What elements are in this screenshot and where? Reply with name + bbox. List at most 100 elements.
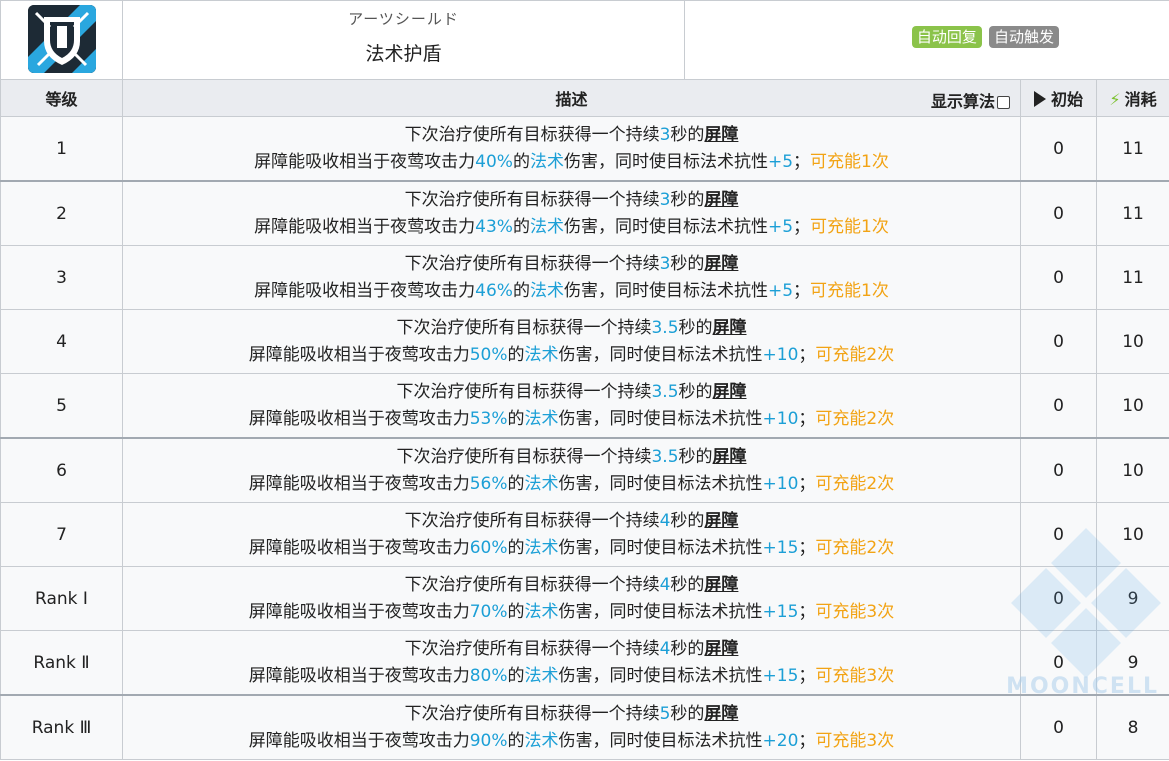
res-bonus-value: +15 bbox=[762, 537, 799, 558]
desc-text: 秒的 bbox=[670, 124, 705, 145]
lightning-icon: ⚡ bbox=[1109, 90, 1121, 109]
desc-text: 下次治疗使所有目标获得一个持续 bbox=[404, 703, 660, 724]
barrier-keyword-link[interactable]: 屏障 bbox=[704, 254, 738, 274]
duration-value: 5 bbox=[659, 703, 671, 724]
initial-sp-header: 初始 bbox=[1020, 79, 1097, 117]
atk-percent-value: 56% bbox=[469, 473, 508, 494]
arts-keyword: 法术 bbox=[524, 730, 559, 751]
res-bonus-value: +15 bbox=[762, 665, 799, 686]
description-line-2: 屏障能吸收相当于夜莺攻击力90%的法术伤害，同时使目标法术抗性+20；可充能3次 bbox=[123, 728, 1020, 755]
desc-text: 下次治疗使所有目标获得一个持续 bbox=[404, 510, 660, 531]
desc-text: 下次治疗使所有目标获得一个持续 bbox=[404, 253, 660, 274]
barrier-keyword-link[interactable]: 屏障 bbox=[704, 190, 738, 210]
table-row: 6 下次治疗使所有目标获得一个持续3.5秒的屏障 屏障能吸收相当于夜莺攻击力56%的… bbox=[0, 437, 1169, 503]
sp-cost-cell: 10 bbox=[1095, 373, 1169, 439]
desc-text: 下次治疗使所有目标获得一个持续 bbox=[396, 317, 652, 338]
desc-text: 的 bbox=[512, 280, 530, 301]
description-line-1: 下次治疗使所有目标获得一个持续3秒的屏障 bbox=[123, 251, 1020, 278]
res-bonus-value: +5 bbox=[767, 216, 794, 237]
duration-value: 3 bbox=[659, 124, 671, 145]
recovery-type-tag: 自动回复 bbox=[911, 26, 982, 48]
show-formula-checkbox[interactable] bbox=[997, 96, 1010, 109]
charge-text: 可充能2次 bbox=[815, 473, 895, 494]
sp-cost-label: 消耗 bbox=[1124, 90, 1157, 109]
table-row: 3 下次治疗使所有目标获得一个持续3秒的屏障 屏障能吸收相当于夜莺攻击力46%的法术… bbox=[0, 245, 1169, 310]
table-row: Rank Ⅱ 下次治疗使所有目标获得一个持续4秒的屏障 屏障能吸收相当于夜莺攻击力8… bbox=[0, 630, 1169, 696]
charge-text: 可充能2次 bbox=[815, 344, 895, 365]
level-cell: 1 bbox=[0, 116, 123, 182]
barrier-keyword-link[interactable]: 屏障 bbox=[713, 382, 747, 402]
desc-text: 的 bbox=[512, 151, 530, 172]
description-line-2: 屏障能吸收相当于夜莺攻击力43%的法术伤害，同时使目标法术抗性+5；可充能1次 bbox=[123, 214, 1020, 241]
level-header: 等级 bbox=[0, 79, 123, 117]
res-bonus-value: +5 bbox=[767, 151, 794, 172]
skill-name-cn: 法术护盾 bbox=[365, 43, 442, 65]
atk-percent-value: 50% bbox=[469, 344, 508, 365]
atk-percent-value: 53% bbox=[469, 408, 508, 429]
sp-cost-cell: 9 bbox=[1095, 566, 1169, 631]
description-cell: 下次治疗使所有目标获得一个持续4秒的屏障 屏障能吸收相当于夜莺攻击力80%的法术伤… bbox=[122, 630, 1021, 696]
level-cell: 4 bbox=[0, 309, 123, 374]
description-line-1: 下次治疗使所有目标获得一个持续4秒的屏障 bbox=[123, 636, 1020, 663]
charge-text: 可充能1次 bbox=[810, 151, 889, 172]
description-line-1: 下次治疗使所有目标获得一个持续3.5秒的屏障 bbox=[123, 315, 1020, 342]
desc-text: 秒的 bbox=[670, 253, 705, 274]
description-cell: 下次治疗使所有目标获得一个持续5秒的屏障 屏障能吸收相当于夜莺攻击力90%的法术伤… bbox=[122, 694, 1021, 760]
skill-table: アーツシールド 法术护盾 自动回复 自动触发 等级 描述 显示算法 初始 ⚡ 消耗… bbox=[0, 0, 1169, 760]
arts-keyword: 法术 bbox=[529, 216, 564, 237]
barrier-keyword-link[interactable]: 屏障 bbox=[704, 639, 738, 659]
desc-text: 伤害，同时使目标法术抗性 bbox=[563, 151, 768, 172]
desc-text: 秒的 bbox=[670, 189, 705, 210]
desc-text: 伤害，同时使目标法术抗性 bbox=[563, 216, 768, 237]
table-header-row: 等级 描述 显示算法 初始 ⚡ 消耗 bbox=[0, 79, 1169, 117]
desc-text: 屏障能吸收相当于夜莺攻击力 bbox=[248, 730, 470, 751]
desc-text: 伤害，同时使目标法术抗性 bbox=[563, 280, 768, 301]
barrier-keyword-link[interactable]: 屏障 bbox=[704, 575, 738, 595]
desc-text: ； bbox=[798, 537, 816, 558]
duration-value: 3.5 bbox=[651, 381, 679, 402]
skill-name-cell: アーツシールド 法术护盾 bbox=[122, 0, 685, 80]
desc-text: 屏障能吸收相当于夜莺攻击力 bbox=[248, 601, 470, 622]
desc-text: 屏障能吸收相当于夜莺攻击力 bbox=[254, 216, 476, 237]
barrier-keyword-link[interactable]: 屏障 bbox=[704, 125, 738, 145]
res-bonus-value: +10 bbox=[762, 473, 799, 494]
initial-sp-cell: 0 bbox=[1020, 180, 1097, 246]
description-line-2: 屏障能吸收相当于夜莺攻击力40%的法术伤害，同时使目标法术抗性+5；可充能1次 bbox=[123, 149, 1020, 176]
barrier-keyword-link[interactable]: 屏障 bbox=[713, 447, 747, 467]
sp-cost-header: ⚡ 消耗 bbox=[1095, 79, 1169, 117]
desc-text: 的 bbox=[507, 730, 525, 751]
description-header: 描述 显示算法 bbox=[122, 79, 1021, 117]
desc-text: ； bbox=[793, 280, 811, 301]
table-row: 4 下次治疗使所有目标获得一个持续3.5秒的屏障 屏障能吸收相当于夜莺攻击力50%的… bbox=[0, 309, 1169, 374]
level-cell: Rank Ⅰ bbox=[0, 566, 123, 631]
arts-keyword: 法术 bbox=[524, 665, 559, 686]
desc-text: 屏障能吸收相当于夜莺攻击力 bbox=[248, 537, 470, 558]
desc-text: 屏障能吸收相当于夜莺攻击力 bbox=[248, 665, 470, 686]
desc-text: 的 bbox=[507, 408, 525, 429]
skill-icon-cell bbox=[0, 0, 123, 80]
description-line-2: 屏障能吸收相当于夜莺攻击力60%的法术伤害，同时使目标法术抗性+15；可充能2次 bbox=[123, 535, 1020, 562]
desc-text: 屏障能吸收相当于夜莺攻击力 bbox=[248, 344, 470, 365]
sp-cost-cell: 11 bbox=[1095, 116, 1169, 182]
table-row: 1 下次治疗使所有目标获得一个持续3秒的屏障 屏障能吸收相当于夜莺攻击力40%的法术… bbox=[0, 116, 1169, 182]
res-bonus-value: +10 bbox=[762, 344, 799, 365]
barrier-keyword-link[interactable]: 屏障 bbox=[713, 318, 747, 338]
shield-spear-icon bbox=[27, 5, 96, 73]
play-icon bbox=[1033, 91, 1046, 107]
duration-value: 3 bbox=[659, 189, 671, 210]
desc-text: ； bbox=[798, 473, 816, 494]
description-cell: 下次治疗使所有目标获得一个持续4秒的屏障 屏障能吸收相当于夜莺攻击力70%的法术伤… bbox=[122, 566, 1021, 631]
sp-cost-cell: 11 bbox=[1095, 245, 1169, 310]
barrier-keyword-link[interactable]: 屏障 bbox=[704, 511, 738, 531]
barrier-keyword-link[interactable]: 屏障 bbox=[704, 704, 738, 724]
desc-text: ； bbox=[798, 408, 816, 429]
table-row: Rank Ⅰ 下次治疗使所有目标获得一个持续4秒的屏障 屏障能吸收相当于夜莺攻击力7… bbox=[0, 566, 1169, 631]
desc-text: ； bbox=[798, 665, 816, 686]
desc-text: 下次治疗使所有目标获得一个持续 bbox=[404, 189, 660, 210]
skill-level-rows: 1 下次治疗使所有目标获得一个持续3秒的屏障 屏障能吸收相当于夜莺攻击力40%的法术… bbox=[0, 116, 1169, 760]
atk-percent-value: 46% bbox=[475, 280, 513, 301]
show-formula-toggle[interactable]: 显示算法 bbox=[931, 88, 1010, 112]
description-line-2: 屏障能吸收相当于夜莺攻击力53%的法术伤害，同时使目标法术抗性+10；可充能2次 bbox=[123, 406, 1020, 433]
watermark-text: MOONCELL bbox=[1006, 674, 1159, 699]
initial-sp-cell: 0 bbox=[1020, 437, 1097, 503]
